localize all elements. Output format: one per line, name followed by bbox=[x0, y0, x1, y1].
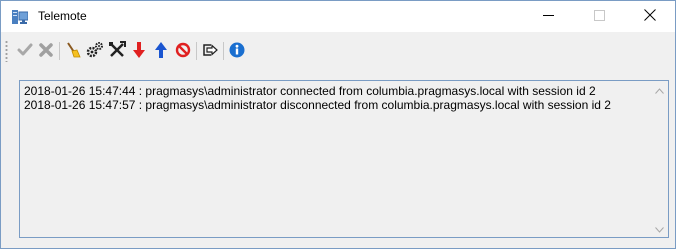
vertical-scrollbar[interactable] bbox=[651, 81, 668, 237]
minimize-button[interactable] bbox=[525, 1, 571, 32]
close-icon bbox=[644, 9, 656, 24]
toolbar bbox=[1, 32, 675, 72]
title-bar[interactable]: Telemote bbox=[1, 1, 675, 32]
scroll-down-button[interactable] bbox=[651, 220, 668, 237]
arrow-up-icon bbox=[153, 41, 169, 62]
stop-button[interactable] bbox=[173, 41, 193, 61]
log-list: 2018-01-26 15:47:44 : pragmasys\administ… bbox=[24, 84, 650, 112]
check-icon bbox=[17, 42, 33, 61]
minimize-icon bbox=[542, 10, 554, 24]
check-button[interactable] bbox=[15, 41, 35, 61]
maximize-button[interactable] bbox=[576, 1, 622, 32]
window-title: Telemote bbox=[38, 9, 87, 23]
toolbar-separator bbox=[59, 42, 60, 60]
cancel-button[interactable] bbox=[36, 41, 56, 61]
toolbar-separator bbox=[223, 42, 224, 60]
toolbar-separator bbox=[196, 42, 197, 60]
scroll-up-button[interactable] bbox=[651, 81, 668, 98]
toolbar-grip[interactable] bbox=[5, 40, 8, 62]
upload-button[interactable] bbox=[151, 41, 171, 61]
app-icon bbox=[12, 10, 29, 24]
download-button[interactable] bbox=[129, 41, 149, 61]
app-window: Telemote 2018-01-26 15:47:44: pragmasys… bbox=[0, 0, 676, 249]
info-icon bbox=[229, 42, 245, 61]
chevron-up-icon bbox=[655, 83, 664, 97]
log-panel[interactable]: 2018-01-26 15:47:44 : pragmasys\administ… bbox=[19, 80, 669, 238]
exit-button[interactable] bbox=[200, 41, 220, 61]
exit-icon bbox=[202, 42, 218, 61]
prohibited-icon bbox=[175, 42, 191, 61]
broom-icon bbox=[65, 41, 81, 61]
close-button[interactable] bbox=[627, 1, 673, 32]
tools-icon bbox=[108, 40, 126, 62]
log-line: 2018-01-26 15:47:44 : pragmasys\administ… bbox=[24, 84, 596, 98]
x-icon bbox=[38, 42, 54, 61]
log-line: 2018-01-26 15:47:57 : pragmasys\administ… bbox=[24, 98, 611, 112]
info-button[interactable] bbox=[227, 41, 247, 61]
gears-icon bbox=[86, 41, 104, 62]
maximize-icon bbox=[593, 9, 605, 24]
chevron-down-icon bbox=[655, 222, 664, 236]
arrow-down-icon bbox=[131, 41, 147, 62]
tools-button[interactable] bbox=[107, 40, 127, 62]
clear-button[interactable] bbox=[63, 41, 83, 61]
settings-button[interactable] bbox=[85, 41, 105, 61]
